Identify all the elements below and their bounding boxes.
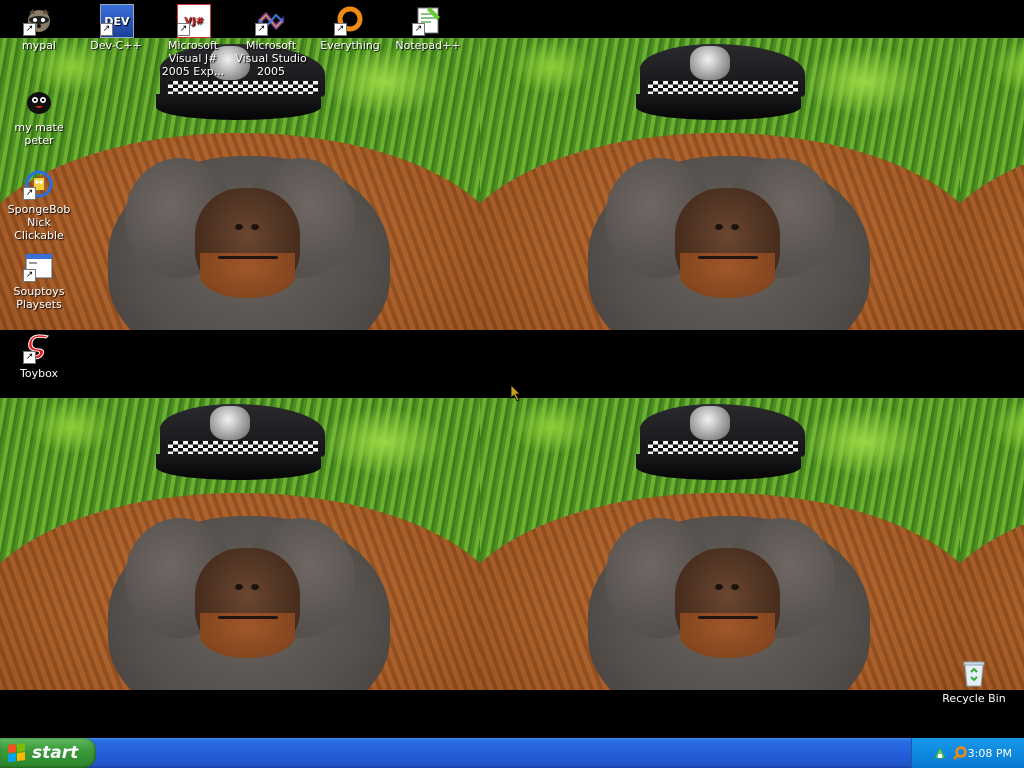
search-tray-icon[interactable]: [952, 745, 968, 761]
desktop-icon-toybox[interactable]: ↗ Toybox: [1, 332, 77, 380]
shortcut-arrow-icon: ↗: [23, 269, 36, 282]
desktop-icon-recycle-bin[interactable]: Recycle Bin: [936, 657, 1012, 705]
icon-label: Souptoys Playsets: [13, 285, 65, 311]
icon-label: Toybox: [20, 367, 58, 380]
clock[interactable]: 3:08 PM: [968, 747, 1012, 760]
system-tray: 3:08 PM: [911, 738, 1024, 768]
icon-label: Microsoft Visual Studio 2005: [235, 39, 307, 78]
taskbar: start 3:08 PM: [0, 738, 1024, 768]
icon-label: Dev-C++: [90, 39, 142, 52]
icon-label: SpongeBob Nick Clickable: [7, 203, 71, 242]
shortcut-arrow-icon: ↗: [412, 23, 425, 36]
desktop-icon-spongebob[interactable]: ↗ SpongeBob Nick Clickable: [1, 168, 77, 242]
desktop-wallpaper: [0, 0, 1024, 738]
desktop-icon-notepadpp[interactable]: ↗ Notepad++: [390, 4, 466, 52]
shortcut-arrow-icon: ↗: [334, 23, 347, 36]
desktop-icon-my-mate-peter[interactable]: my mate peter: [1, 86, 77, 147]
icon-label: mypal: [21, 39, 56, 52]
shortcut-arrow-icon: ↗: [23, 23, 36, 36]
shortcut-arrow-icon: ↗: [177, 23, 190, 36]
recycle-bin-icon: [958, 657, 990, 689]
shortcut-arrow-icon: ↗: [100, 23, 113, 36]
wallpaper-tile: [0, 398, 480, 690]
wallpaper-tile: [480, 38, 960, 330]
black-bird-icon: [23, 86, 55, 118]
icon-label: Everything: [320, 39, 380, 52]
icon-label: Microsoft Visual J# 2005 Exp...: [161, 39, 225, 78]
wallpaper-tile: [960, 398, 1024, 690]
network-tray-icon[interactable]: [932, 745, 948, 761]
desktop-icon-mypal[interactable]: ↗ mypal: [1, 4, 77, 52]
shortcut-arrow-icon: ↗: [23, 187, 36, 200]
start-button[interactable]: start: [0, 738, 96, 768]
desktop-icon-everything[interactable]: ↗ Everything: [312, 4, 388, 52]
windows-logo-icon: [8, 743, 26, 763]
desktop-icon-souptoys[interactable]: ↗ Souptoys Playsets: [1, 250, 77, 311]
wallpaper-tile: [480, 398, 960, 690]
start-label: start: [32, 743, 79, 763]
shortcut-arrow-icon: ↗: [255, 23, 268, 36]
icon-label: Notepad++: [395, 39, 461, 52]
desktop-icon-dev-cpp[interactable]: DEV ↗ Dev-C++: [78, 4, 154, 52]
desktop-icon-visual-studio[interactable]: ↗ Microsoft Visual Studio 2005: [233, 4, 309, 78]
desktop-icon-vjsharp[interactable]: VJ# ↗ Microsoft Visual J# 2005 Exp...: [155, 4, 231, 78]
icon-label: Recycle Bin: [942, 692, 1006, 705]
wallpaper-tile: [960, 38, 1024, 330]
mouse-cursor-icon: [510, 384, 521, 402]
icon-label: my mate peter: [14, 121, 64, 147]
shortcut-arrow-icon: ↗: [23, 351, 36, 364]
